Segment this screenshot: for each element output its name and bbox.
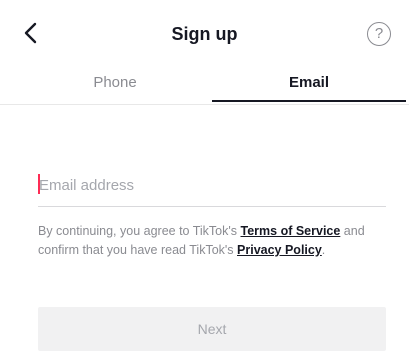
signup-header: Sign up ? [0, 0, 409, 66]
tab-phone[interactable]: Phone [18, 68, 212, 102]
tab-email[interactable]: Email [212, 68, 406, 102]
next-button[interactable]: Next [38, 307, 386, 351]
active-tab-indicator [212, 100, 406, 102]
terms-prefix: By continuing, you agree to TikTok's [38, 224, 241, 238]
page-title: Sign up [171, 24, 238, 44]
terms-of-service-link[interactable]: Terms of Service [241, 224, 341, 238]
privacy-policy-link[interactable]: Privacy Policy [237, 243, 322, 257]
terms-text: By continuing, you agree to TikTok's Ter… [38, 222, 388, 260]
question-circle-icon: ? [374, 25, 384, 42]
help-button[interactable]: ? [367, 22, 391, 46]
email-field[interactable] [39, 172, 379, 198]
terms-suffix: . [321, 243, 326, 257]
signup-method-tabs: Phone Email [0, 68, 409, 105]
email-field-container [38, 168, 386, 207]
